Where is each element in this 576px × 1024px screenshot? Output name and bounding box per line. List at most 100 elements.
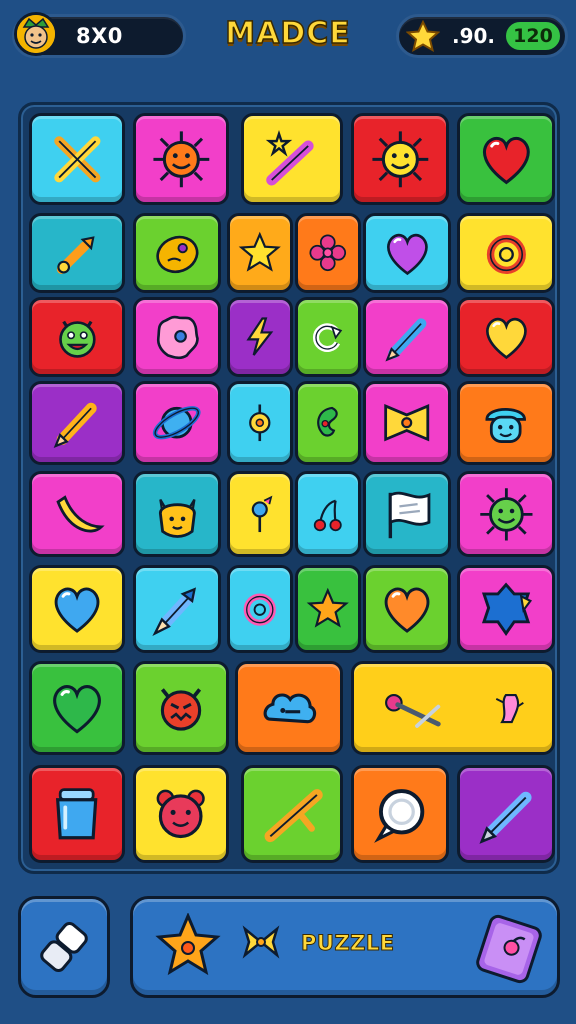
tile-wide-tools[interactable] [351,661,555,755]
tile-green-monster[interactable] [29,297,125,377]
egg-icon [155,235,199,273]
bow-icon [384,404,430,442]
star-wand-icon [265,129,314,186]
gem-icon [481,582,532,636]
star-icon [406,20,440,52]
top-bar: 8X0 MADCE .90. 120 [0,0,576,80]
crossed-sword-icon [53,135,101,183]
mushroom-face-icon [485,408,527,444]
ring-icon [243,593,277,626]
tile-blue-gem[interactable] [457,565,555,653]
bow-icon [242,925,280,959]
tile-ring[interactable] [457,213,555,293]
bear-face-icon [156,789,206,839]
tile-cherries[interactable] [295,471,361,557]
tile-red-heart[interactable] [457,113,555,205]
stick-icon [264,788,323,842]
tile-green-sun[interactable] [457,471,555,557]
tile-blue-jar[interactable] [29,765,125,863]
puzzle-label: PUZZLE [301,931,395,956]
tile-crayon[interactable] [133,565,221,653]
tile-star-wand[interactable] [241,113,343,205]
cloud-icon [263,693,317,724]
tile-orange-sun-face[interactable] [133,113,229,205]
heart-icon [386,233,428,275]
tile-rocket[interactable] [29,213,125,293]
heart-icon [384,587,430,633]
target-icon [249,404,271,442]
tile-cat-face[interactable] [133,471,221,557]
tile-cookie[interactable] [133,297,221,377]
tile-banana[interactable] [29,471,125,557]
leaf-icon [317,407,339,437]
lightning-icon [246,317,274,356]
tile-purple-heart[interactable] [363,213,451,293]
flower-icon [309,234,347,272]
tile-pencil-blue[interactable] [363,297,451,377]
tile-blue-heart[interactable] [29,565,125,653]
star-icon [238,231,282,272]
tile-planet[interactable] [133,381,221,465]
tile-crossed-sword[interactable] [29,113,125,205]
tile-pink-flower[interactable] [295,213,361,293]
cherries-icon [314,499,342,532]
tile-pink-ring[interactable] [227,565,293,653]
booster-button[interactable] [18,896,110,998]
tile-pink-bear[interactable] [133,765,229,863]
level-badge[interactable]: 120 [504,20,562,52]
stars-count: .90. [452,24,496,48]
banana-icon [55,494,105,533]
tile-bubble[interactable] [351,765,449,863]
devil-face-icon [160,688,202,731]
tile-orange-star[interactable] [295,565,361,653]
star-button-icon[interactable] [155,913,221,979]
tile-leaf[interactable] [295,381,361,465]
tile-small-star[interactable] [227,213,293,293]
heart-icon [53,685,101,734]
jar-icon [56,788,98,840]
candy-icon [251,495,273,533]
game-board [18,102,560,874]
star-icon [306,587,350,628]
pencil-icon [53,403,97,449]
sun-face-icon [372,131,428,187]
tile-purple-pen[interactable] [457,765,555,863]
crayon-icon [152,587,196,636]
tile-blue-face[interactable] [457,381,555,465]
tile-candy[interactable] [227,471,293,557]
arrow-loop-icon [313,323,343,353]
sun-face-icon [153,131,209,187]
tile-eye-target[interactable] [227,381,293,465]
tools-icon [385,694,525,729]
flag-icon [388,491,430,538]
pen-icon [479,791,532,844]
cat-face-icon [158,498,196,538]
puzzle-card-icon[interactable] [469,911,549,987]
pencil-icon [385,317,426,362]
eraser-icon [40,921,88,973]
heart-icon [485,317,527,359]
cookie-icon [156,315,199,359]
heart-icon [482,136,530,184]
rocket-icon [56,235,95,274]
bottom-panel: PUZZLE [130,896,560,998]
bubble-icon [373,788,424,843]
sun-face-icon [479,487,533,541]
tile-stick[interactable] [241,765,343,863]
tile-green-heart[interactable] [29,661,125,755]
tile-bow[interactable] [363,381,451,465]
planet-icon [153,406,201,440]
tile-pencil-gold[interactable] [29,381,125,465]
heart-icon [54,587,100,633]
tile-orange-heart[interactable] [363,565,451,653]
tile-cloud[interactable] [235,661,343,755]
tile-lightning[interactable] [227,297,293,377]
tile-yellow-heart[interactable] [457,297,555,377]
tile-yellow-sun-face[interactable] [351,113,449,205]
tile-arrow-loop[interactable] [295,297,361,377]
tile-devil-face[interactable] [133,661,229,755]
tile-flag[interactable] [363,471,451,557]
monster-icon [58,320,96,358]
ring-icon [486,234,526,274]
tile-egg[interactable] [133,213,221,293]
